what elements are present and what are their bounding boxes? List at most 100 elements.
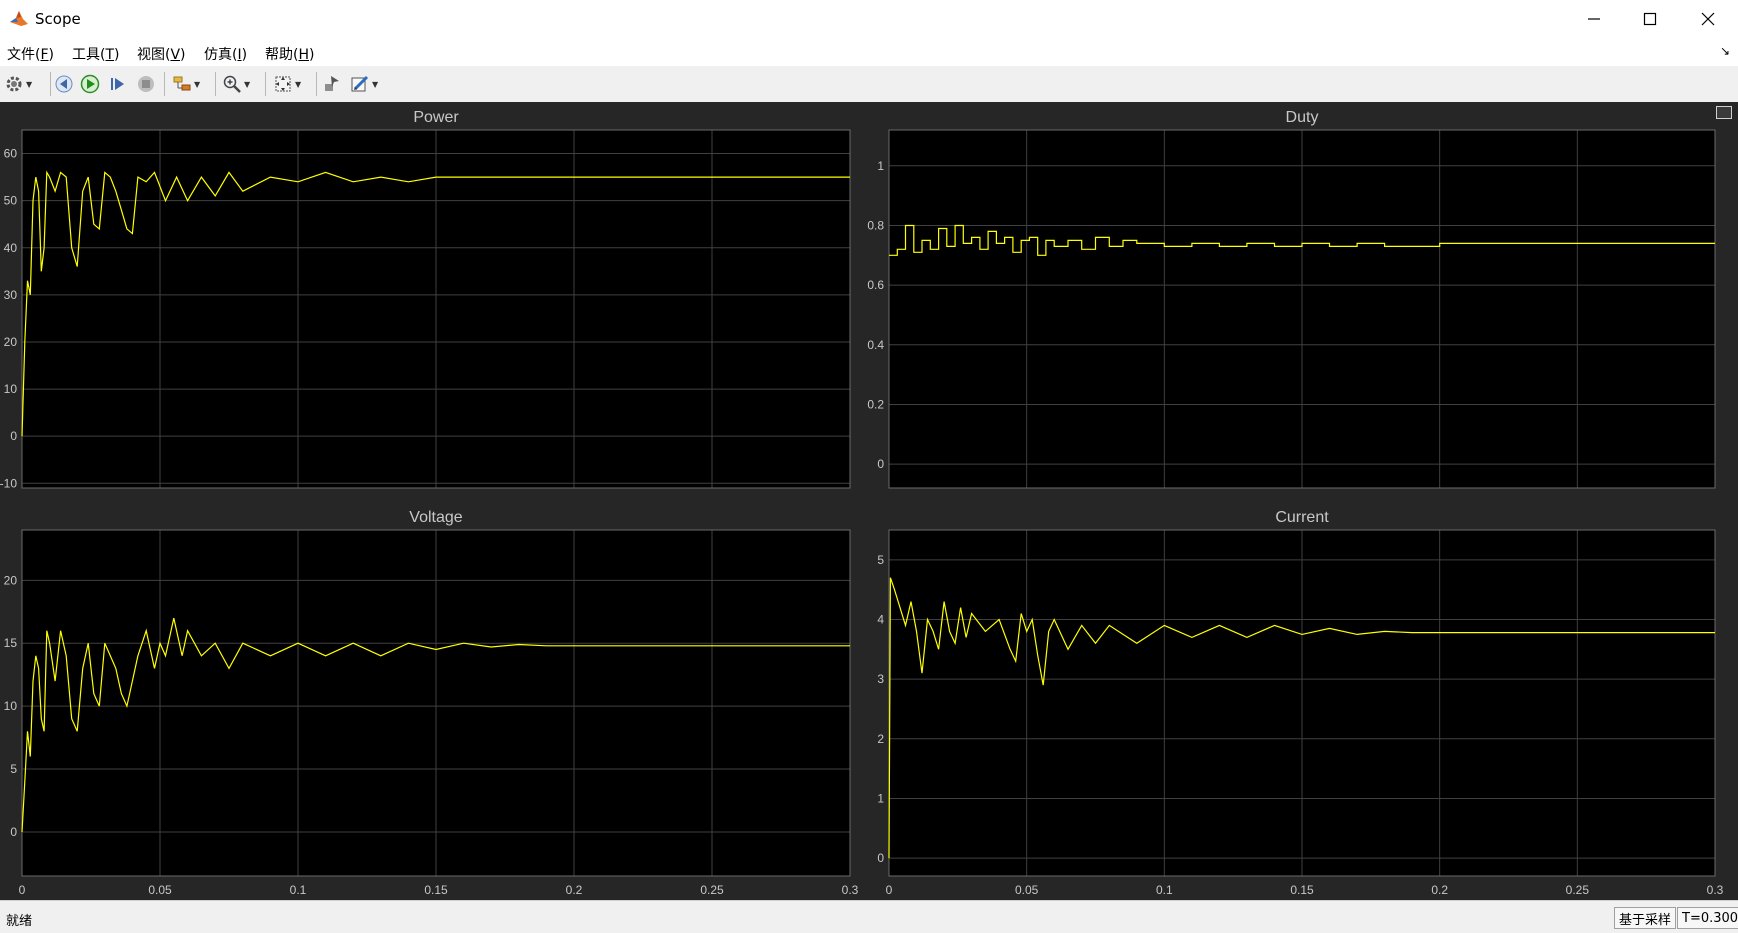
- y-tick-label: 0: [877, 457, 884, 471]
- stop-button[interactable]: [136, 72, 156, 96]
- axes-title: Power: [413, 109, 459, 126]
- x-tick-label: 0.3: [1707, 883, 1724, 897]
- y-tick-label: 2: [877, 732, 884, 746]
- step-back-button[interactable]: [54, 72, 74, 96]
- step-forward-icon: [111, 78, 124, 90]
- y-tick-label: 20: [4, 573, 18, 587]
- inspect-button[interactable]: [322, 72, 342, 96]
- window-title: Scope: [35, 10, 81, 28]
- step-back-icon: [55, 75, 73, 93]
- run-button[interactable]: [80, 72, 100, 96]
- y-tick-label: 20: [4, 335, 18, 349]
- x-tick-label: 0.1: [290, 883, 307, 897]
- minimize-icon: [1588, 18, 1600, 20]
- y-tick-label: 0: [10, 429, 17, 443]
- y-tick-label: 0.4: [867, 338, 884, 352]
- settings-button[interactable]: ▼: [4, 72, 32, 96]
- x-tick-label: 0.1: [1156, 883, 1173, 897]
- x-tick-label: 0.25: [700, 883, 724, 897]
- menu-view[interactable]: 视图(V): [137, 44, 186, 64]
- toolbar-separator: [265, 72, 266, 96]
- menu-simulation[interactable]: 仿真(I): [204, 44, 247, 64]
- y-tick-label: 0.8: [867, 218, 884, 232]
- scope-plots: -100102030405060Power00.20.40.60.81Duty0…: [0, 109, 1724, 897]
- undock-arrow-icon[interactable]: ↘: [1720, 44, 1730, 58]
- y-tick-label: 3: [877, 672, 884, 686]
- maximize-icon: [1643, 12, 1657, 26]
- minimize-button[interactable]: [1566, 0, 1622, 38]
- axes-title: Current: [1275, 509, 1329, 526]
- status-bar: 就绪 基于采样 T=0.300: [0, 900, 1738, 933]
- y-tick-label: 5: [877, 553, 884, 567]
- x-tick-label: 0: [19, 883, 26, 897]
- x-tick-label: 0.25: [1566, 883, 1590, 897]
- run-icon: [80, 74, 100, 94]
- axes-title: Voltage: [409, 509, 462, 526]
- x-tick-label: 0.15: [1290, 883, 1314, 897]
- maximize-button[interactable]: [1622, 0, 1678, 38]
- edit-style-icon: [351, 75, 369, 92]
- autoscale-button[interactable]: ▼: [273, 72, 301, 96]
- sim-time-indicator: T=0.300: [1677, 907, 1738, 929]
- y-tick-label: 50: [4, 194, 18, 208]
- chevron-down-icon: ▼: [295, 79, 302, 89]
- x-tick-label: 0.2: [1431, 883, 1448, 897]
- y-tick-label: 10: [4, 382, 18, 396]
- chevron-down-icon: ▼: [26, 79, 33, 89]
- y-tick-label: 1: [877, 791, 884, 805]
- toolbar-separator: [50, 72, 51, 96]
- scope-axes-duty: 0 0.2 0.4 0.6 0.8 1 Duty: [867, 109, 1716, 489]
- x-tick-label: 0.05: [148, 883, 172, 897]
- sample-mode-indicator: 基于采样: [1614, 907, 1677, 929]
- stop-icon: [138, 76, 154, 92]
- chevron-down-icon: ▼: [372, 79, 379, 89]
- menu-help[interactable]: 帮助(H): [265, 44, 314, 64]
- toolbar: ▼ ▼ ▼ ▼ ▼: [0, 66, 1738, 103]
- y-tick-label: 60: [4, 147, 18, 161]
- menu-file[interactable]: 文件(F): [7, 44, 54, 64]
- x-tick-label: 0.3: [842, 883, 859, 897]
- inspect-icon: [325, 76, 339, 91]
- step-forward-button[interactable]: [108, 72, 128, 96]
- signal-highlight-icon: [173, 76, 191, 91]
- close-icon: [1701, 12, 1715, 26]
- axes-title: Duty: [1286, 109, 1319, 126]
- y-tick-label: 40: [4, 241, 18, 255]
- toolbar-separator: [164, 72, 165, 96]
- scope-axes-current: 0 1 2 3 4 5 0 0.05 0.1 0.15 0.2 0.25 0.3 Current: [877, 509, 1723, 897]
- y-tick-label: 4: [877, 612, 884, 626]
- close-button[interactable]: [1680, 0, 1736, 38]
- x-tick-label: 0.15: [424, 883, 448, 897]
- scope-axes-power: -10 0 10 20 30 40 50 60 Power: [0, 109, 851, 490]
- scope-axes-voltage: 0 5 10 15 20 0 0.05 0.1 0.15 0.2 0.25 0.3 Voltage: [4, 509, 859, 897]
- chevron-down-icon: ▼: [244, 79, 251, 89]
- y-tick-label: 15: [4, 636, 18, 650]
- y-tick-label: 0.6: [867, 278, 884, 292]
- y-tick-label: -10: [0, 476, 17, 490]
- zoom-in-button[interactable]: ▼: [222, 72, 250, 96]
- y-tick-label: 30: [4, 288, 18, 302]
- status-text: 就绪: [6, 914, 33, 929]
- y-tick-label: 0: [10, 825, 17, 839]
- scope-plot-area: -10 0 10 20 30 40 50 60 Power 0 0.2 0.4 0.6 0.8 1 Duty 0…: [0, 102, 1738, 900]
- autoscale-icon: [275, 76, 291, 92]
- panel-expand-icon[interactable]: [1716, 106, 1732, 119]
- toolbar-separator: [215, 72, 216, 96]
- y-tick-label: 5: [10, 762, 17, 776]
- title-bar: Scope: [0, 0, 1738, 38]
- y-tick-label: 0: [877, 851, 884, 865]
- x-tick-label: 0.05: [1015, 883, 1039, 897]
- x-tick-label: 0.2: [566, 883, 583, 897]
- matlab-logo-icon: [10, 11, 28, 26]
- menu-tools[interactable]: 工具(T): [72, 44, 120, 64]
- y-tick-label: 10: [4, 699, 18, 713]
- zoom-in-icon: [223, 75, 241, 93]
- edit-style-button[interactable]: ▼: [350, 72, 378, 96]
- signal-highlight-button[interactable]: ▼: [172, 72, 200, 96]
- x-tick-label: 0: [886, 883, 893, 897]
- menu-bar: 文件(F) 工具(T) 视图(V) 仿真(I) 帮助(H) ↘: [0, 38, 1738, 66]
- toolbar-separator: [316, 72, 317, 96]
- y-tick-label: 0.2: [867, 397, 884, 411]
- settings-gear-icon: [6, 76, 22, 92]
- chevron-down-icon: ▼: [194, 79, 201, 89]
